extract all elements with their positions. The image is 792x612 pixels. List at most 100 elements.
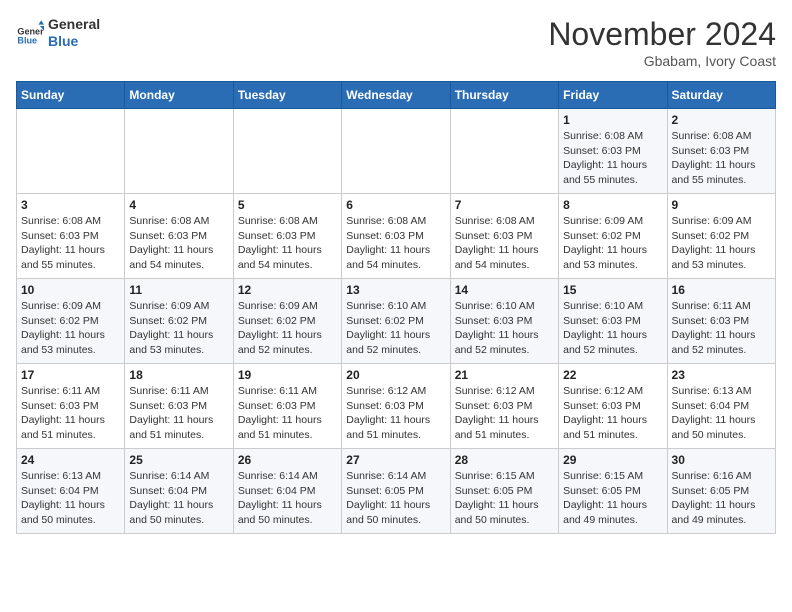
- day-number: 14: [455, 283, 554, 297]
- day-number: 2: [672, 113, 771, 127]
- day-of-week-header: Thursday: [450, 82, 558, 109]
- day-number: 29: [563, 453, 662, 467]
- calendar-cell: [342, 109, 450, 194]
- day-info: Sunrise: 6:08 AM Sunset: 6:03 PM Dayligh…: [238, 214, 337, 273]
- calendar-cell: [125, 109, 233, 194]
- day-info: Sunrise: 6:13 AM Sunset: 6:04 PM Dayligh…: [672, 384, 771, 443]
- day-number: 18: [129, 368, 228, 382]
- day-of-week-header: Friday: [559, 82, 667, 109]
- day-info: Sunrise: 6:10 AM Sunset: 6:02 PM Dayligh…: [346, 299, 445, 358]
- day-info: Sunrise: 6:09 AM Sunset: 6:02 PM Dayligh…: [21, 299, 120, 358]
- day-number: 3: [21, 198, 120, 212]
- calendar-cell: 12 Sunrise: 6:09 AM Sunset: 6:02 PM Dayli…: [233, 279, 341, 364]
- calendar-cell: 18 Sunrise: 6:11 AM Sunset: 6:03 PM Dayli…: [125, 364, 233, 449]
- day-of-week-header: Monday: [125, 82, 233, 109]
- month-title: November 2024: [548, 16, 776, 53]
- day-number: 28: [455, 453, 554, 467]
- day-of-week-header: Saturday: [667, 82, 775, 109]
- day-number: 26: [238, 453, 337, 467]
- calendar-cell: 16Sunrise: 6:11 AM Sunset: 6:03 PM Dayli…: [667, 279, 775, 364]
- day-number: 24: [21, 453, 120, 467]
- calendar-cell: 10 Sunrise: 6:09 AM Sunset: 6:02 PM Dayli…: [17, 279, 125, 364]
- day-number: 30: [672, 453, 771, 467]
- day-number: 15: [563, 283, 662, 297]
- day-info: Sunrise: 6:08 AM Sunset: 6:03 PM Dayligh…: [563, 129, 662, 188]
- day-info: Sunrise: 6:14 AM Sunset: 6:04 PM Dayligh…: [129, 469, 228, 528]
- day-number: 25: [129, 453, 228, 467]
- day-number: 8: [563, 198, 662, 212]
- calendar-cell: [17, 109, 125, 194]
- calendar-cell: 8 Sunrise: 6:09 AM Sunset: 6:02 PM Daylig…: [559, 194, 667, 279]
- day-number: 7: [455, 198, 554, 212]
- calendar-cell: 7 Sunrise: 6:08 AM Sunset: 6:03 PM Daylig…: [450, 194, 558, 279]
- calendar-cell: 1 Sunrise: 6:08 AM Sunset: 6:03 PM Daylig…: [559, 109, 667, 194]
- location: Gbabam, Ivory Coast: [548, 53, 776, 69]
- calendar-table: SundayMondayTuesdayWednesdayThursdayFrid…: [16, 81, 776, 534]
- logo-general: General: [48, 16, 100, 33]
- calendar-cell: [233, 109, 341, 194]
- calendar-cell: 29 Sunrise: 6:15 AM Sunset: 6:05 PM Dayli…: [559, 449, 667, 534]
- day-number: 1: [563, 113, 662, 127]
- day-number: 20: [346, 368, 445, 382]
- calendar-cell: 26 Sunrise: 6:14 AM Sunset: 6:04 PM Dayli…: [233, 449, 341, 534]
- day-info: Sunrise: 6:10 AM Sunset: 6:03 PM Dayligh…: [455, 299, 554, 358]
- day-number: 27: [346, 453, 445, 467]
- calendar-cell: 11Sunrise: 6:09 AM Sunset: 6:02 PM Dayli…: [125, 279, 233, 364]
- day-number: 17: [21, 368, 120, 382]
- day-number: 21: [455, 368, 554, 382]
- day-info: Sunrise: 6:15 AM Sunset: 6:05 PM Dayligh…: [563, 469, 662, 528]
- page-header: General Blue General Blue November 2024 …: [16, 16, 776, 69]
- day-info: Sunrise: 6:08 AM Sunset: 6:03 PM Dayligh…: [455, 214, 554, 273]
- day-number: 10: [21, 283, 120, 297]
- calendar-cell: 3 Sunrise: 6:08 AM Sunset: 6:03 PM Daylig…: [17, 194, 125, 279]
- day-of-week-header: Sunday: [17, 82, 125, 109]
- calendar-cell: 14 Sunrise: 6:10 AM Sunset: 6:03 PM Dayli…: [450, 279, 558, 364]
- day-number: 6: [346, 198, 445, 212]
- logo-blue: Blue: [48, 33, 100, 50]
- day-info: Sunrise: 6:12 AM Sunset: 6:03 PM Dayligh…: [346, 384, 445, 443]
- calendar-cell: 13 Sunrise: 6:10 AM Sunset: 6:02 PM Dayli…: [342, 279, 450, 364]
- day-number: 12: [238, 283, 337, 297]
- calendar-header: SundayMondayTuesdayWednesdayThursdayFrid…: [17, 82, 776, 109]
- calendar-cell: 23 Sunrise: 6:13 AM Sunset: 6:04 PM Dayli…: [667, 364, 775, 449]
- day-info: Sunrise: 6:12 AM Sunset: 6:03 PM Dayligh…: [563, 384, 662, 443]
- day-info: Sunrise: 6:16 AM Sunset: 6:05 PM Dayligh…: [672, 469, 771, 528]
- day-info: Sunrise: 6:11 AM Sunset: 6:03 PM Dayligh…: [129, 384, 228, 443]
- day-info: Sunrise: 6:08 AM Sunset: 6:03 PM Dayligh…: [672, 129, 771, 188]
- calendar-cell: 21Sunrise: 6:12 AM Sunset: 6:03 PM Dayli…: [450, 364, 558, 449]
- day-info: Sunrise: 6:15 AM Sunset: 6:05 PM Dayligh…: [455, 469, 554, 528]
- calendar-cell: 6 Sunrise: 6:08 AM Sunset: 6:03 PM Daylig…: [342, 194, 450, 279]
- day-number: 19: [238, 368, 337, 382]
- calendar-cell: 19 Sunrise: 6:11 AM Sunset: 6:03 PM Dayli…: [233, 364, 341, 449]
- day-info: Sunrise: 6:09 AM Sunset: 6:02 PM Dayligh…: [672, 214, 771, 273]
- day-number: 22: [563, 368, 662, 382]
- calendar-cell: 2 Sunrise: 6:08 AM Sunset: 6:03 PM Daylig…: [667, 109, 775, 194]
- day-info: Sunrise: 6:09 AM Sunset: 6:02 PM Dayligh…: [238, 299, 337, 358]
- day-info: Sunrise: 6:11 AM Sunset: 6:03 PM Dayligh…: [21, 384, 120, 443]
- calendar-cell: 20 Sunrise: 6:12 AM Sunset: 6:03 PM Dayli…: [342, 364, 450, 449]
- day-info: Sunrise: 6:08 AM Sunset: 6:03 PM Dayligh…: [346, 214, 445, 273]
- calendar-cell: 9 Sunrise: 6:09 AM Sunset: 6:02 PM Daylig…: [667, 194, 775, 279]
- calendar-cell: 24 Sunrise: 6:13 AM Sunset: 6:04 PM Dayli…: [17, 449, 125, 534]
- svg-text:Blue: Blue: [17, 35, 37, 45]
- day-info: Sunrise: 6:14 AM Sunset: 6:05 PM Dayligh…: [346, 469, 445, 528]
- day-info: Sunrise: 6:14 AM Sunset: 6:04 PM Dayligh…: [238, 469, 337, 528]
- day-of-week-header: Wednesday: [342, 82, 450, 109]
- day-number: 4: [129, 198, 228, 212]
- day-number: 5: [238, 198, 337, 212]
- day-number: 9: [672, 198, 771, 212]
- calendar-cell: [450, 109, 558, 194]
- day-info: Sunrise: 6:08 AM Sunset: 6:03 PM Dayligh…: [21, 214, 120, 273]
- day-info: Sunrise: 6:10 AM Sunset: 6:03 PM Dayligh…: [563, 299, 662, 358]
- day-info: Sunrise: 6:13 AM Sunset: 6:04 PM Dayligh…: [21, 469, 120, 528]
- day-info: Sunrise: 6:09 AM Sunset: 6:02 PM Dayligh…: [563, 214, 662, 273]
- day-info: Sunrise: 6:11 AM Sunset: 6:03 PM Dayligh…: [238, 384, 337, 443]
- day-info: Sunrise: 6:11 AM Sunset: 6:03 PM Dayligh…: [672, 299, 771, 358]
- calendar-cell: 5 Sunrise: 6:08 AM Sunset: 6:03 PM Daylig…: [233, 194, 341, 279]
- calendar-cell: 30 Sunrise: 6:16 AM Sunset: 6:05 PM Dayli…: [667, 449, 775, 534]
- day-number: 13: [346, 283, 445, 297]
- logo: General Blue General Blue: [16, 16, 100, 50]
- day-of-week-header: Tuesday: [233, 82, 341, 109]
- day-number: 23: [672, 368, 771, 382]
- calendar-cell: 22 Sunrise: 6:12 AM Sunset: 6:03 PM Dayli…: [559, 364, 667, 449]
